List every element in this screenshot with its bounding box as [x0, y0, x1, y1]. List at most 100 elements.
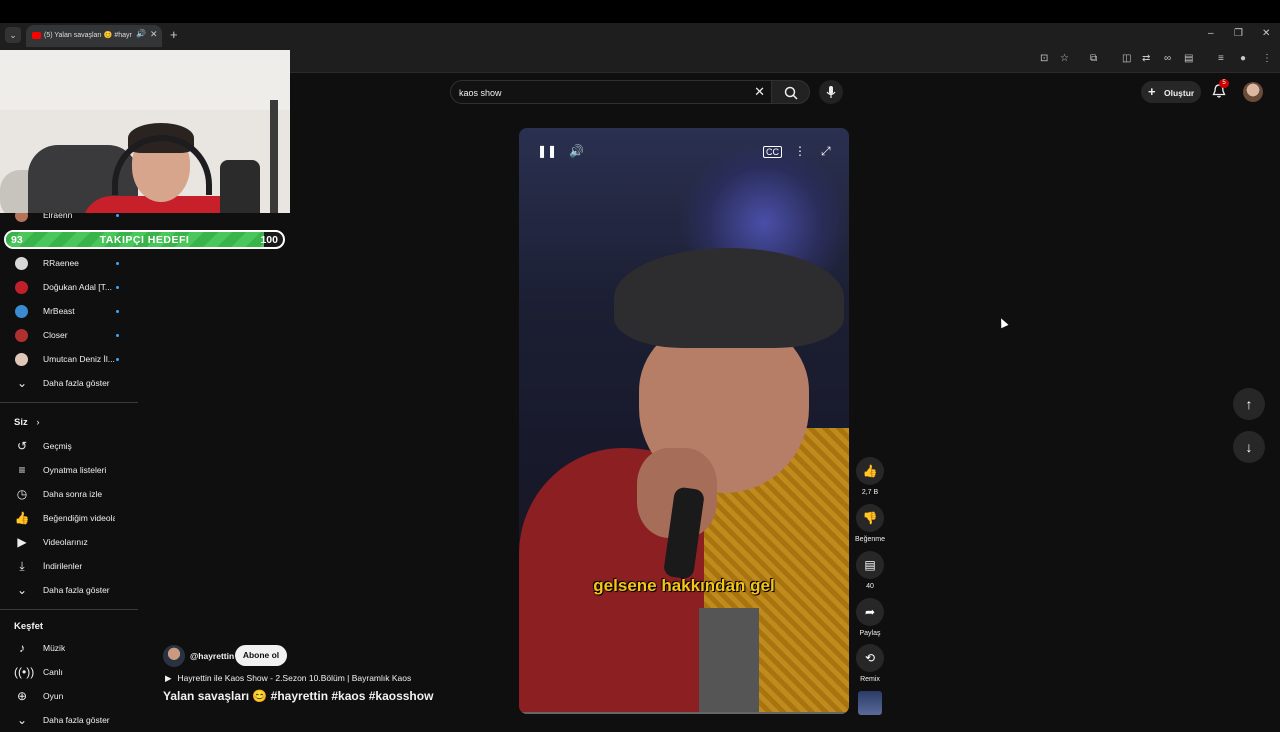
- sidebar-item-liked-videos[interactable]: 👍 Beğendiğim videolar: [0, 506, 140, 530]
- sidebar-item-subscription[interactable]: MrBeast: [0, 299, 140, 323]
- browser-menu-icon[interactable]: ⋮: [1262, 53, 1272, 64]
- playlist-icon: ≡: [18, 463, 26, 477]
- captions-icon[interactable]: CC: [763, 146, 782, 158]
- play-icon: ▶: [165, 673, 172, 683]
- sidebar-item-history[interactable]: ↺ Geçmiş: [0, 434, 140, 458]
- sidebar-item-subscription[interactable]: RRaenee: [0, 251, 140, 275]
- channel-avatar: [15, 353, 28, 366]
- channel-avatar: [15, 257, 28, 270]
- tab-title: (5) Yalan savaşları 😊 #hayr: [44, 32, 132, 39]
- new-content-dot: [116, 334, 119, 337]
- search-input[interactable]: [459, 85, 739, 100]
- create-button[interactable]: + Oluştur: [1141, 81, 1201, 103]
- remix-button[interactable]: ⟲: [856, 644, 884, 672]
- sidebar-divider: [0, 402, 138, 403]
- create-label: Oluştur: [1164, 88, 1195, 98]
- install-icon[interactable]: ⊡: [1040, 53, 1048, 64]
- sidebar-item-label: Daha sonra izle: [43, 489, 103, 499]
- browser-tab-active[interactable]: (5) Yalan savaşları 😊 #hayr 🔊 ✕: [26, 25, 162, 47]
- sidebar-item-label: Daha fazla göster: [43, 585, 110, 595]
- sidebar-item-music[interactable]: ♪ Müzik: [0, 636, 140, 660]
- minimize-button[interactable]: –: [1208, 28, 1214, 39]
- microphone-icon: [826, 86, 836, 98]
- subscribe-button[interactable]: Abone ol: [235, 645, 287, 666]
- chevron-down-icon: ⌄: [16, 583, 28, 597]
- channel-avatar: [15, 329, 28, 342]
- fullscreen-icon[interactable]: ⤢: [821, 144, 831, 159]
- sidebar-item-label: Geçmiş: [43, 441, 72, 451]
- plus-icon: +: [1148, 84, 1156, 99]
- sidebar-item-label: İndirilenler: [43, 561, 83, 571]
- sidebar-show-more[interactable]: ⌄ Daha fazla göster: [0, 371, 140, 395]
- sidebar-item-your-videos[interactable]: ▶ Videolarınız: [0, 530, 140, 554]
- chevron-down-icon: ⌄: [16, 713, 28, 727]
- sidebar-item-label: Videolarınız: [43, 537, 88, 547]
- tab-search-button[interactable]: ⌄: [5, 27, 21, 43]
- pause-icon[interactable]: ❚❚: [537, 144, 557, 158]
- sidebar-show-more[interactable]: ⌄ Daha fazla göster: [0, 708, 140, 732]
- remix-label: Remix: [860, 676, 880, 683]
- new-content-dot: [116, 214, 119, 217]
- share-label: Paylaş: [859, 630, 881, 637]
- chevron-right-icon: ›: [36, 417, 40, 428]
- new-tab-button[interactable]: +: [170, 27, 178, 42]
- thumbs-up-icon: 👍: [862, 464, 878, 478]
- new-content-dot: [116, 358, 119, 361]
- thumbs-down-icon: 👎: [862, 511, 878, 525]
- sidebar-item-subscription[interactable]: Doğukan Adal [T...: [0, 275, 140, 299]
- next-video-button[interactable]: ↓: [1233, 431, 1265, 463]
- sidebar-show-more[interactable]: ⌄ Daha fazla göster: [0, 578, 140, 602]
- channel-avatar: [15, 305, 28, 318]
- sidebar-item-label: Closer: [43, 330, 68, 340]
- dislike-label: Beğenme: [855, 536, 885, 543]
- sidebar-item-label: Müzik: [43, 643, 66, 653]
- sidepanel-icon[interactable]: ▤: [1184, 53, 1193, 64]
- link-icon[interactable]: ∞: [1164, 53, 1171, 64]
- comments-button[interactable]: ▤: [856, 551, 884, 579]
- sidebar-item-live[interactable]: ((•)) Canlı: [0, 660, 140, 684]
- history-icon: ↺: [16, 439, 28, 453]
- sidebar-item-gaming[interactable]: ⊕ Oyun: [0, 684, 140, 708]
- sidebar-item-subscription[interactable]: Closer: [0, 323, 140, 347]
- more-options-icon[interactable]: ⋮: [794, 144, 806, 158]
- maximize-button[interactable]: ❐: [1234, 28, 1243, 39]
- bookmark-star-icon[interactable]: ☆: [1060, 53, 1069, 64]
- playlist-link[interactable]: ▶ Hayrettin ile Kaos Show - 2.Sezon 10.Bö…: [165, 673, 411, 684]
- screenshot-icon[interactable]: ◫: [1122, 53, 1131, 64]
- voice-search-button[interactable]: [819, 80, 843, 104]
- video-progress-bar[interactable]: [519, 712, 849, 714]
- sidebar-section-explore: Keşfet: [14, 621, 44, 632]
- sidebar-item-downloads[interactable]: ⤓ İndirilenler: [0, 554, 140, 578]
- dislike-button[interactable]: 👎: [856, 504, 884, 532]
- previous-video-button[interactable]: ↑: [1233, 388, 1265, 420]
- extensions-icon[interactable]: ⧉: [1090, 53, 1097, 64]
- media-controls-icon[interactable]: ≡: [1218, 53, 1224, 64]
- new-content-dot: [116, 310, 119, 313]
- account-avatar[interactable]: [1243, 82, 1263, 102]
- tab-close-icon[interactable]: ✕: [150, 29, 158, 40]
- gamepad-icon: ⊕: [16, 689, 28, 703]
- share-button[interactable]: ➦: [856, 598, 884, 626]
- search-button[interactable]: [772, 80, 810, 104]
- like-button[interactable]: 👍: [856, 457, 884, 485]
- sidebar-section-you[interactable]: Siz ›: [14, 417, 40, 428]
- section-title: Siz: [14, 417, 28, 428]
- notifications-button[interactable]: 5: [1210, 79, 1229, 100]
- comment-count: 40: [866, 583, 874, 590]
- clear-search-icon[interactable]: ✕: [754, 84, 765, 100]
- volume-icon[interactable]: 🔊: [569, 144, 584, 158]
- profile-icon[interactable]: ●: [1240, 53, 1246, 64]
- sidebar-item-playlists[interactable]: ≡ Oynatma listeleri: [0, 458, 140, 482]
- sidebar-item-subscription[interactable]: Umutcan Deniz İl...: [0, 347, 140, 371]
- close-window-button[interactable]: ✕: [1262, 28, 1270, 39]
- channel-avatar[interactable]: [163, 645, 185, 667]
- audio-thumbnail[interactable]: [858, 691, 882, 715]
- sidebar-item-watch-later[interactable]: ◷ Daha sonra izle: [0, 482, 140, 506]
- channel-handle[interactable]: @hayrettin: [190, 651, 234, 661]
- remix-icon: ⟲: [864, 651, 876, 665]
- sidebar-item-label: Oynatma listeleri: [43, 465, 107, 475]
- shorts-video-player[interactable]: gelsene hakkından gel ❚❚ 🔊 CC ⋮ ⤢: [519, 128, 849, 714]
- clock-icon: ◷: [16, 487, 28, 501]
- speaker-icon[interactable]: 🔊: [136, 29, 146, 38]
- translate-icon[interactable]: ⇄: [1142, 53, 1150, 64]
